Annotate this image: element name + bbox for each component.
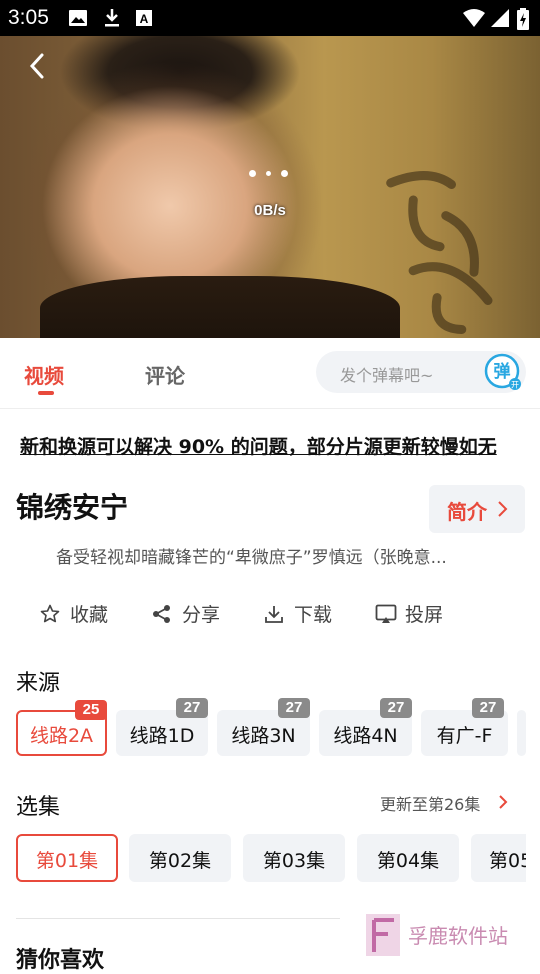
notice-text: 新和换源可以解决 90% 的问题，部分片源更新较慢如无 (20, 436, 497, 458)
episode-chip[interactable]: 第05集 (471, 834, 526, 882)
svg-text:弹: 弹 (494, 361, 511, 382)
episode-chip[interactable]: 第01集 (16, 834, 118, 882)
image-icon (68, 8, 88, 32)
status-time: 3:05 (8, 6, 49, 29)
source-count-badge: 25 (75, 700, 107, 720)
watermark-logo-icon (366, 914, 400, 956)
notice-marquee: 新和换源可以解决 90% 的问题，部分片源更新较慢如无 (0, 428, 540, 464)
source-count-badge: 27 (278, 698, 310, 718)
battery-icon (516, 8, 530, 34)
danmu-input[interactable]: 发个弹幕吧~ 弹 开 (316, 351, 526, 393)
episode-label: 第02集 (148, 850, 212, 872)
sources-title: 来源 (16, 671, 61, 696)
episode-label: 第05集 (489, 850, 526, 872)
source-chip[interactable]: 线路3N 27 (217, 698, 310, 756)
share-icon (153, 605, 170, 623)
loading-dot (281, 170, 288, 177)
intro-label: 简介 (447, 500, 487, 524)
chevron-right-icon (499, 795, 508, 809)
download-speed: 0B/s (254, 202, 286, 219)
source-label: 线路2A (29, 725, 94, 747)
source-chip[interactable]: 线路2A 25 (16, 700, 107, 756)
episode-label: 第03集 (262, 850, 326, 872)
download-label: 下载 (294, 604, 333, 626)
episodes-title: 选集 (16, 795, 61, 820)
source-chip-partial[interactable] (517, 710, 526, 756)
divider (16, 918, 340, 919)
episode-update-link[interactable]: 更新至第26集 (380, 791, 480, 815)
loading-dots (246, 170, 296, 180)
cast-label: 投屏 (405, 604, 444, 626)
loading-dot (249, 170, 256, 177)
episode-list: 第01集 第02集 第03集 第04集 第05集 (16, 834, 526, 882)
watermark-text: 孚鹿软件站 (408, 924, 508, 948)
danmu-icon: 弹 开 (484, 353, 521, 390)
tab-indicator (38, 391, 54, 395)
episode-label: 第04集 (376, 850, 440, 872)
artwork-robe (40, 276, 400, 338)
download-notification-icon (102, 8, 122, 32)
source-chip[interactable]: 有广-F 27 (421, 698, 508, 756)
cast-icon (375, 604, 397, 623)
source-count-badge: 27 (472, 698, 504, 718)
star-icon (40, 604, 60, 623)
status-bar: 3:05 A (0, 0, 540, 36)
watermark: 孚鹿软件站 (364, 910, 534, 960)
artwork-calligraphy (368, 148, 522, 338)
svg-text:开: 开 (511, 381, 519, 390)
source-label: 有广-F (436, 725, 493, 747)
tab-comments[interactable]: 评论 (145, 360, 185, 389)
source-label: 线路3N (231, 725, 296, 747)
show-title: 锦绣安宁 (16, 491, 129, 524)
intro-button[interactable]: 简介 (429, 485, 525, 533)
source-label: 线路1D (129, 725, 195, 747)
source-list: 线路2A 25 线路1D 27 线路3N 27 线路4N 27 有广-F 27 (16, 698, 526, 758)
source-label: 线路4N (333, 725, 398, 747)
download-icon (265, 606, 283, 623)
source-count-badge: 27 (380, 698, 412, 718)
danmu-placeholder: 发个弹幕吧~ (340, 366, 434, 385)
chevron-left-icon (29, 53, 44, 79)
favorite-label: 收藏 (70, 604, 109, 626)
episode-label: 第01集 (35, 850, 99, 872)
show-description[interactable]: 备受轻视却暗藏锋芒的“卑微庶子”罗慎远（张晚意... (56, 543, 506, 568)
episode-chip[interactable]: 第04集 (357, 834, 459, 882)
share-label: 分享 (182, 604, 221, 626)
source-chip[interactable]: 线路1D 27 (116, 698, 208, 756)
source-count-badge: 27 (176, 698, 208, 718)
wifi-icon (462, 8, 486, 32)
episode-chip[interactable]: 第02集 (129, 834, 231, 882)
loading-dot (266, 171, 271, 176)
svg-text:A: A (140, 12, 149, 26)
danmu-toggle-button[interactable]: 弹 开 (484, 353, 522, 391)
tab-bar: 视频 评论 发个弹幕吧~ 弹 开 (0, 338, 540, 409)
action-bar: 收藏 分享 下载 投屏 (0, 596, 540, 630)
source-chip[interactable]: 线路4N 27 (319, 698, 412, 756)
recommend-title: 猜你喜欢 (16, 948, 105, 973)
video-player[interactable]: 0B/s (0, 36, 540, 338)
chevron-right-icon (498, 501, 508, 517)
font-icon: A (135, 8, 153, 32)
tab-video[interactable]: 视频 (24, 360, 64, 389)
episode-chip[interactable]: 第03集 (243, 834, 345, 882)
signal-icon (490, 8, 510, 32)
back-button[interactable] (22, 50, 54, 82)
